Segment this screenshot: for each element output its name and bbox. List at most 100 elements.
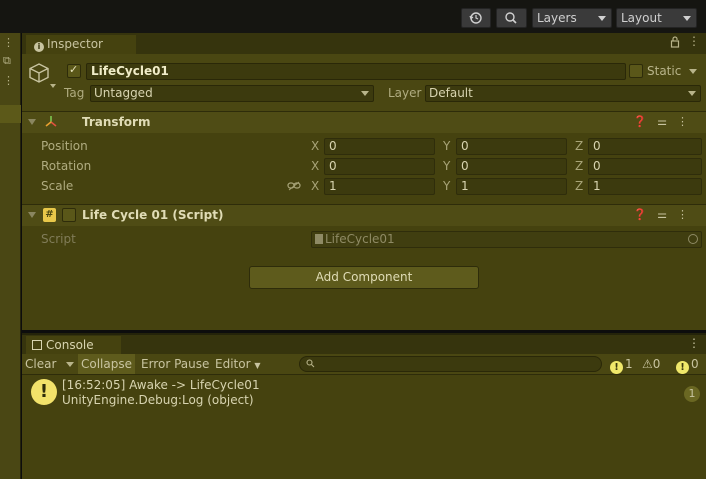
chevron-down-icon: ▼ — [254, 361, 261, 370]
rotation-label: Rotation — [41, 159, 92, 173]
tab-console[interactable]: Console — [26, 336, 121, 354]
error-count-toggle[interactable]: ! 0 — [676, 354, 699, 374]
editor-dropdown[interactable]: Editor ▼ — [212, 354, 264, 374]
warning-count-toggle[interactable]: ⚠0 — [642, 354, 660, 374]
editor-label: Editor — [215, 357, 251, 371]
history-button[interactable] — [461, 8, 491, 28]
warning-icon: ⚠ — [642, 357, 653, 371]
chevron-down-icon — [598, 16, 606, 21]
settings-sliders-icon[interactable]: ⚌ — [657, 115, 677, 128]
object-picker-icon[interactable] — [688, 234, 698, 244]
search-button[interactable] — [496, 8, 527, 28]
console-panel: Console ⋮ Clear Collapse Error Pause Edi… — [22, 333, 706, 479]
script-component-title: Life Cycle 01 (Script) — [82, 208, 224, 222]
rotation-x-field[interactable]: 0 — [324, 158, 435, 175]
search-icon — [306, 359, 315, 368]
window-icon[interactable]: ⧉ — [3, 55, 11, 67]
log-stacktrace: UnityEngine.Debug:Log (object) — [62, 393, 254, 407]
layer-label: Layer — [388, 86, 422, 100]
scale-label: Scale — [41, 179, 74, 193]
chevron-down-icon — [688, 91, 696, 96]
script-hash-icon: # — [43, 208, 56, 222]
axis-x-label[interactable]: X — [311, 178, 319, 195]
inspector-panel: iInspector ⋮ LifeCycle01 Static Tag Unta… — [22, 33, 706, 330]
tag-value: Untagged — [94, 86, 153, 100]
log-entry[interactable]: ! [16:52:05] Awake -> LifeCycle01 UnityE… — [22, 376, 706, 412]
constrain-proportions-icon[interactable] — [287, 181, 301, 191]
layers-label: Layers — [537, 11, 577, 25]
scale-x-field[interactable]: 1 — [324, 178, 435, 195]
static-label: Static — [647, 64, 682, 78]
axis-z-label[interactable]: Z — [575, 178, 583, 195]
more-vertical-icon[interactable]: ⋮ — [677, 208, 698, 221]
foldout-arrow-icon[interactable] — [28, 212, 36, 218]
scale-y-field[interactable]: 1 — [456, 178, 567, 195]
error-pause-toggle[interactable]: Error Pause — [138, 354, 212, 374]
tag-label: Tag — [64, 86, 85, 100]
help-icon[interactable]: ❓ — [633, 115, 657, 128]
console-tab-label: Console — [46, 338, 94, 352]
layout-label: Layout — [621, 11, 662, 25]
left-dock-strip: ⋮ ⧉ ⋮ — [0, 33, 21, 479]
static-dropdown-icon[interactable] — [689, 69, 697, 74]
clear-button[interactable]: Clear — [22, 354, 59, 374]
axis-x-label[interactable]: X — [311, 138, 319, 155]
add-component-button[interactable]: Add Component — [249, 266, 479, 289]
lock-icon[interactable] — [670, 35, 680, 52]
collapse-toggle[interactable]: Collapse — [78, 354, 135, 374]
layer-dropdown[interactable]: Default — [425, 85, 701, 102]
layout-dropdown[interactable]: Layout — [616, 8, 697, 28]
info-icon: ! — [610, 361, 623, 374]
more-vertical-icon[interactable]: ⋮ — [3, 75, 14, 87]
script-enabled-checkbox[interactable] — [62, 208, 76, 222]
transform-header[interactable]: Transform ❓⚌⋮ — [22, 111, 706, 133]
info-icon: i — [34, 42, 44, 52]
log-message: [16:52:05] Awake -> LifeCycle01 — [62, 378, 260, 392]
clear-options-icon[interactable] — [66, 362, 74, 367]
more-vertical-icon[interactable]: ⋮ — [688, 34, 700, 48]
gameobject-cube-icon — [29, 63, 49, 83]
gameobject-name-field[interactable]: LifeCycle01 — [86, 63, 626, 80]
error-icon: ! — [676, 361, 689, 374]
static-checkbox[interactable] — [629, 64, 643, 78]
more-vertical-icon[interactable]: ⋮ — [688, 336, 700, 350]
rotation-z-field[interactable]: 0 — [588, 158, 702, 175]
info-icon: ! — [31, 379, 57, 405]
settings-sliders-icon[interactable]: ⚌ — [657, 208, 677, 221]
transform-title: Transform — [82, 115, 151, 129]
console-search-input[interactable] — [299, 356, 602, 372]
position-x-field[interactable]: 0 — [324, 138, 435, 155]
chevron-down-icon[interactable] — [50, 84, 56, 88]
axis-x-label[interactable]: X — [311, 158, 319, 175]
position-y-field[interactable]: 0 — [456, 138, 567, 155]
component-header-icons: ❓⚌⋮ — [633, 115, 698, 128]
script-component-header[interactable]: # Life Cycle 01 (Script) ❓⚌⋮ — [22, 204, 706, 226]
console-icon — [32, 340, 42, 350]
position-z-field[interactable]: 0 — [588, 138, 702, 155]
tab-inspector[interactable]: i Inspector — [26, 35, 136, 54]
axis-y-label[interactable]: Y — [443, 138, 450, 155]
layer-value: Default — [429, 86, 473, 100]
log-collapse-count: 1 — [684, 386, 700, 402]
strip-selection — [0, 105, 21, 123]
tag-dropdown[interactable]: Untagged — [90, 85, 374, 102]
log-count-toggle[interactable]: ! 1 — [610, 354, 633, 374]
foldout-arrow-icon[interactable] — [28, 119, 36, 125]
scale-z-field[interactable]: 1 — [588, 178, 702, 195]
active-checkbox[interactable] — [67, 63, 81, 78]
warning-count: 0 — [652, 357, 661, 371]
rotation-y-field[interactable]: 0 — [456, 158, 567, 175]
layers-dropdown[interactable]: Layers — [532, 8, 612, 28]
more-vertical-icon[interactable]: ⋮ — [3, 37, 14, 49]
position-label: Position — [41, 139, 88, 153]
axis-z-label[interactable]: Z — [575, 138, 583, 155]
axis-y-label[interactable]: Y — [443, 158, 450, 175]
axis-z-label[interactable]: Z — [575, 158, 583, 175]
more-vertical-icon[interactable]: ⋮ — [677, 115, 698, 128]
script-object-field[interactable]: LifeCycle01 — [311, 231, 702, 248]
console-toolbar: Clear Collapse Error Pause Editor ▼ ! 1 ⚠… — [22, 354, 706, 375]
inspector-tabbar: i Inspector ⋮ — [22, 33, 706, 54]
help-icon[interactable]: ❓ — [633, 208, 657, 221]
search-icon — [505, 12, 517, 24]
axis-y-label[interactable]: Y — [443, 178, 450, 195]
